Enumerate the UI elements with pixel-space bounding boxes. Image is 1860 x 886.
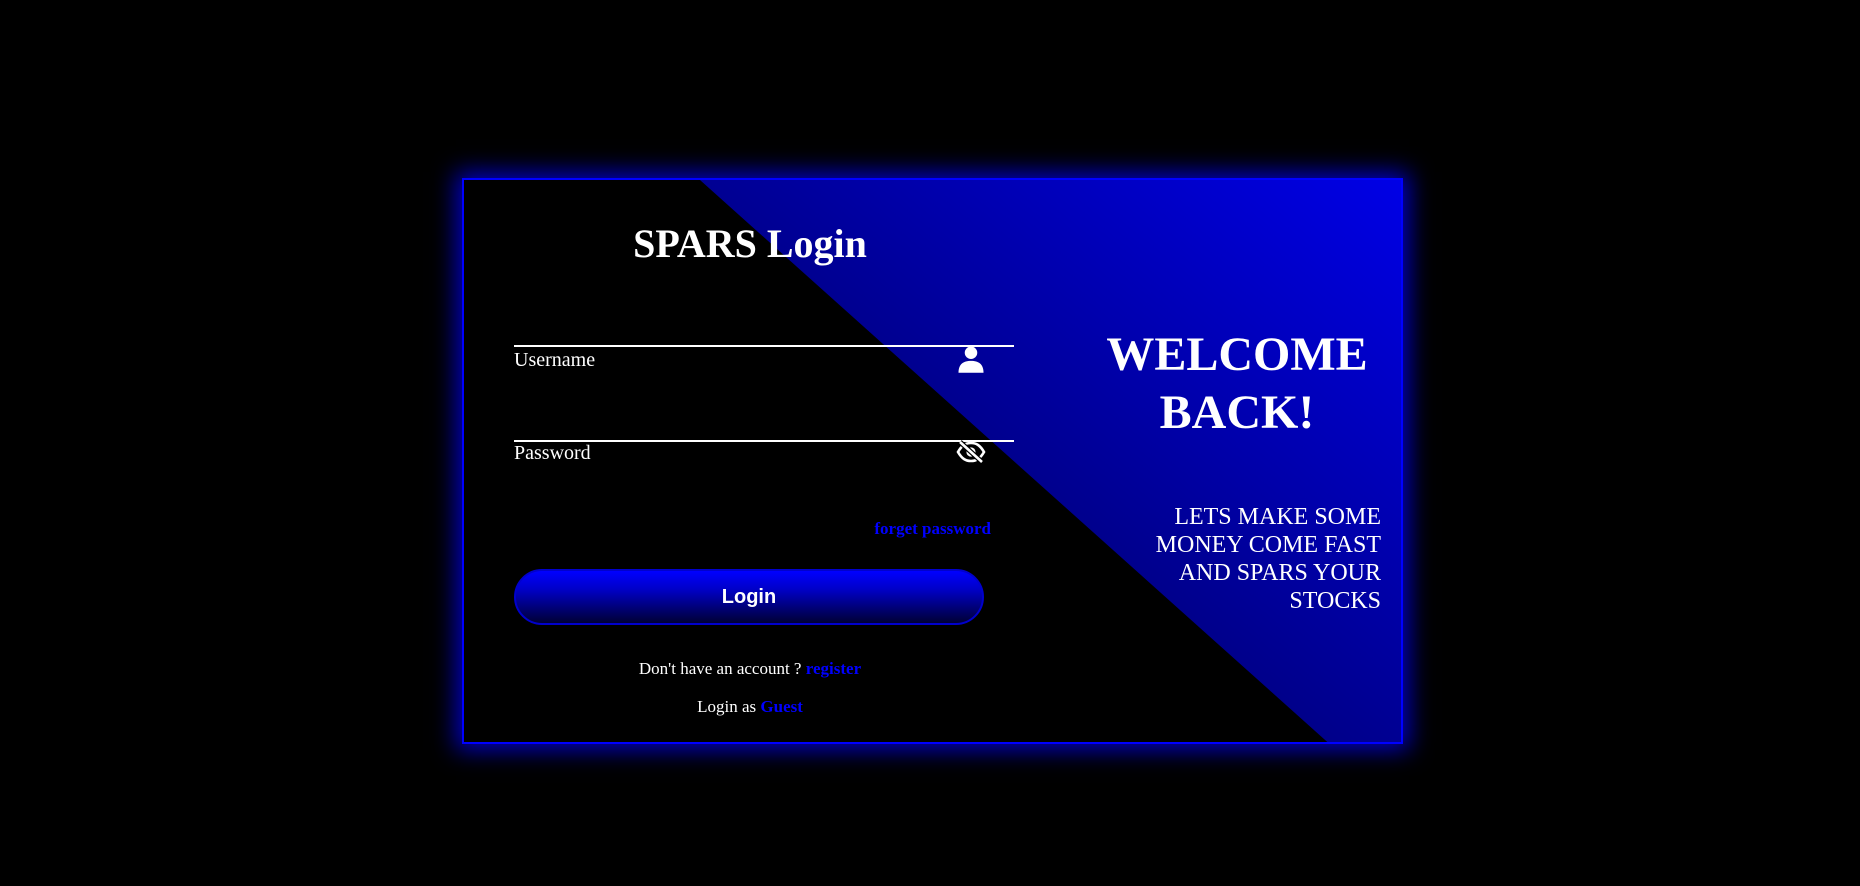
login-button[interactable]: Login — [514, 569, 984, 625]
register-link[interactable]: register — [806, 659, 861, 678]
password-label: Password — [514, 442, 591, 464]
guest-prompt: Login as Guest — [464, 698, 1036, 715]
welcome-heading-line1: WELCOME — [1106, 328, 1368, 381]
forgot-password-link[interactable]: forget password — [874, 520, 991, 537]
password-field[interactable]: Password — [514, 385, 1014, 464]
username-field[interactable]: Username — [514, 290, 1014, 373]
guest-login-link[interactable]: Guest — [760, 697, 803, 716]
username-label: Username — [514, 349, 596, 371]
eye-slash-icon[interactable] — [956, 437, 986, 467]
welcome-tagline: LETS MAKE SOME MONEY COME FAST AND SPARS… — [1155, 504, 1381, 614]
login-card: SPARS Login Username Password forget pas… — [462, 178, 1403, 744]
guest-prompt-text: Login as — [697, 697, 761, 716]
register-prompt-text: Don't have an account ? — [638, 659, 806, 678]
diagonal-gradient-background — [699, 180, 1401, 742]
register-prompt: Don't have an account ? register — [464, 660, 1036, 677]
user-icon — [956, 344, 986, 374]
welcome-heading-line2: BACK! — [1159, 386, 1315, 439]
welcome-heading: WELCOME BACK! — [1097, 326, 1377, 442]
page-title: SPARS Login — [633, 221, 867, 266]
